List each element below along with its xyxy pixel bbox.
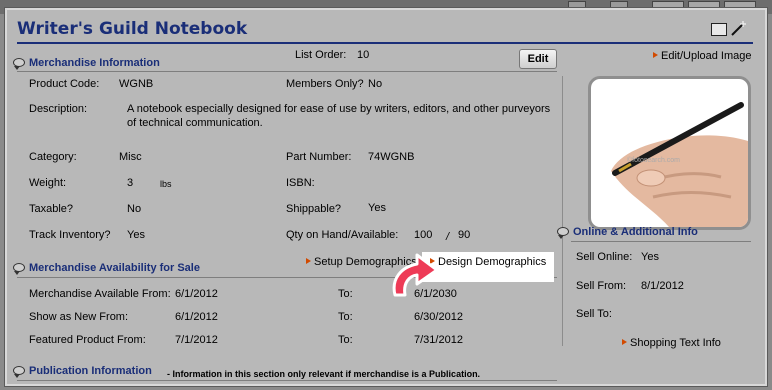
- id-card-icon[interactable]: [711, 23, 727, 36]
- publication-note: - Information in this section only relev…: [167, 369, 481, 379]
- featured-from: 7/1/2012: [175, 334, 218, 346]
- merch-section-rule: [17, 71, 557, 72]
- category-value: Misc: [119, 151, 142, 163]
- hand-with-pen-image: ©fotosearch.com: [611, 102, 748, 227]
- list-order-value: 10: [357, 49, 370, 61]
- speech-bubble-icon[interactable]: [13, 366, 25, 378]
- arrow-right-icon: [622, 339, 627, 345]
- publication-section-title: Publication Information: [29, 365, 152, 377]
- isbn-label: ISBN:: [286, 177, 315, 189]
- show-new-to: 6/30/2012: [414, 311, 463, 323]
- design-demographics-link[interactable]: Design Demographics: [430, 256, 546, 268]
- track-inventory-value: Yes: [127, 229, 145, 241]
- shippable-label: Shippable?: [286, 203, 342, 215]
- sell-online-label: Sell Online:: [576, 251, 633, 263]
- publication-section-header: Publication Information: [13, 365, 152, 378]
- show-new-label: Show as New From:: [29, 311, 129, 323]
- product-image: ©fotosearch.com: [588, 76, 751, 230]
- merch-section-header: Merchandise Information: [13, 57, 160, 70]
- merch-section-title: Merchandise Information: [29, 57, 160, 69]
- merch-available-to: 6/1/2030: [414, 288, 457, 300]
- weight-value: 3: [127, 177, 134, 189]
- title-underline: [17, 42, 753, 44]
- image-watermark: ©fotosearch.com: [627, 156, 680, 164]
- qty-on-hand-value: 100: [414, 229, 433, 241]
- arrow-right-icon: [306, 258, 311, 264]
- product-code-label: Product Code:: [29, 78, 100, 90]
- featured-to-label: To:: [338, 334, 353, 346]
- publication-section-rule: [17, 380, 557, 381]
- qty-available-value: 90: [458, 229, 471, 241]
- track-inventory-label: Track Inventory?: [29, 229, 111, 241]
- merch-available-label: Merchandise Available From:: [29, 288, 171, 300]
- show-new-to-label: To:: [338, 311, 353, 323]
- online-section-rule: [571, 241, 751, 242]
- merch-available-to-label: To:: [338, 288, 353, 300]
- product-code-value: WGNB: [119, 78, 154, 90]
- online-section-header: Online & Additional Info: [557, 226, 698, 239]
- sell-online-value: Yes: [641, 251, 659, 263]
- description-label: Description:: [29, 103, 88, 115]
- speech-bubble-icon[interactable]: [557, 227, 569, 239]
- record-panel: Writer's Guild Notebook Merchandise Info…: [4, 7, 768, 387]
- arrow-right-icon: [653, 52, 658, 58]
- featured-label: Featured Product From:: [29, 334, 146, 346]
- description-line-1: A notebook especially designed for ease …: [127, 103, 551, 115]
- online-section-title: Online & Additional Info: [573, 226, 698, 238]
- members-only-label: Members Only?: [286, 78, 364, 90]
- category-label: Category:: [29, 151, 77, 163]
- weight-unit: lbs: [160, 179, 172, 189]
- availability-section-header: Merchandise Availability for Sale: [13, 262, 200, 275]
- description-line-2: of technical communication.: [127, 117, 263, 129]
- speech-bubble-icon[interactable]: [13, 58, 25, 70]
- weight-label: Weight:: [29, 177, 67, 189]
- edit-button[interactable]: Edit: [519, 49, 557, 69]
- sell-to-label: Sell To:: [576, 308, 612, 320]
- speech-bubble-icon[interactable]: [13, 263, 25, 275]
- shopping-text-info-link[interactable]: Shopping Text Info: [622, 337, 721, 349]
- taxable-label: Taxable?: [29, 203, 74, 215]
- part-number-value: 74WGNB: [368, 151, 415, 163]
- members-only-value: No: [368, 78, 383, 90]
- qty-separator: /: [446, 231, 450, 243]
- part-number-label: Part Number:: [286, 151, 352, 163]
- sidebar-divider: [562, 76, 563, 346]
- shippable-value: Yes: [368, 202, 386, 214]
- sell-from-value: 8/1/2012: [641, 280, 684, 292]
- sell-from-label: Sell From:: [576, 280, 627, 292]
- availability-section-title: Merchandise Availability for Sale: [29, 262, 200, 274]
- edit-upload-image-link[interactable]: Edit/Upload Image: [653, 50, 752, 62]
- merch-available-from: 6/1/2012: [175, 288, 218, 300]
- qty-label: Qty on Hand/Available:: [286, 229, 399, 241]
- featured-to: 7/31/2012: [414, 334, 463, 346]
- taxable-value: No: [127, 203, 142, 215]
- list-order-label: List Order:: [295, 49, 347, 61]
- show-new-from: 6/1/2012: [175, 311, 218, 323]
- magic-wand-icon[interactable]: [729, 20, 747, 38]
- page-title: Writer's Guild Notebook: [17, 19, 248, 39]
